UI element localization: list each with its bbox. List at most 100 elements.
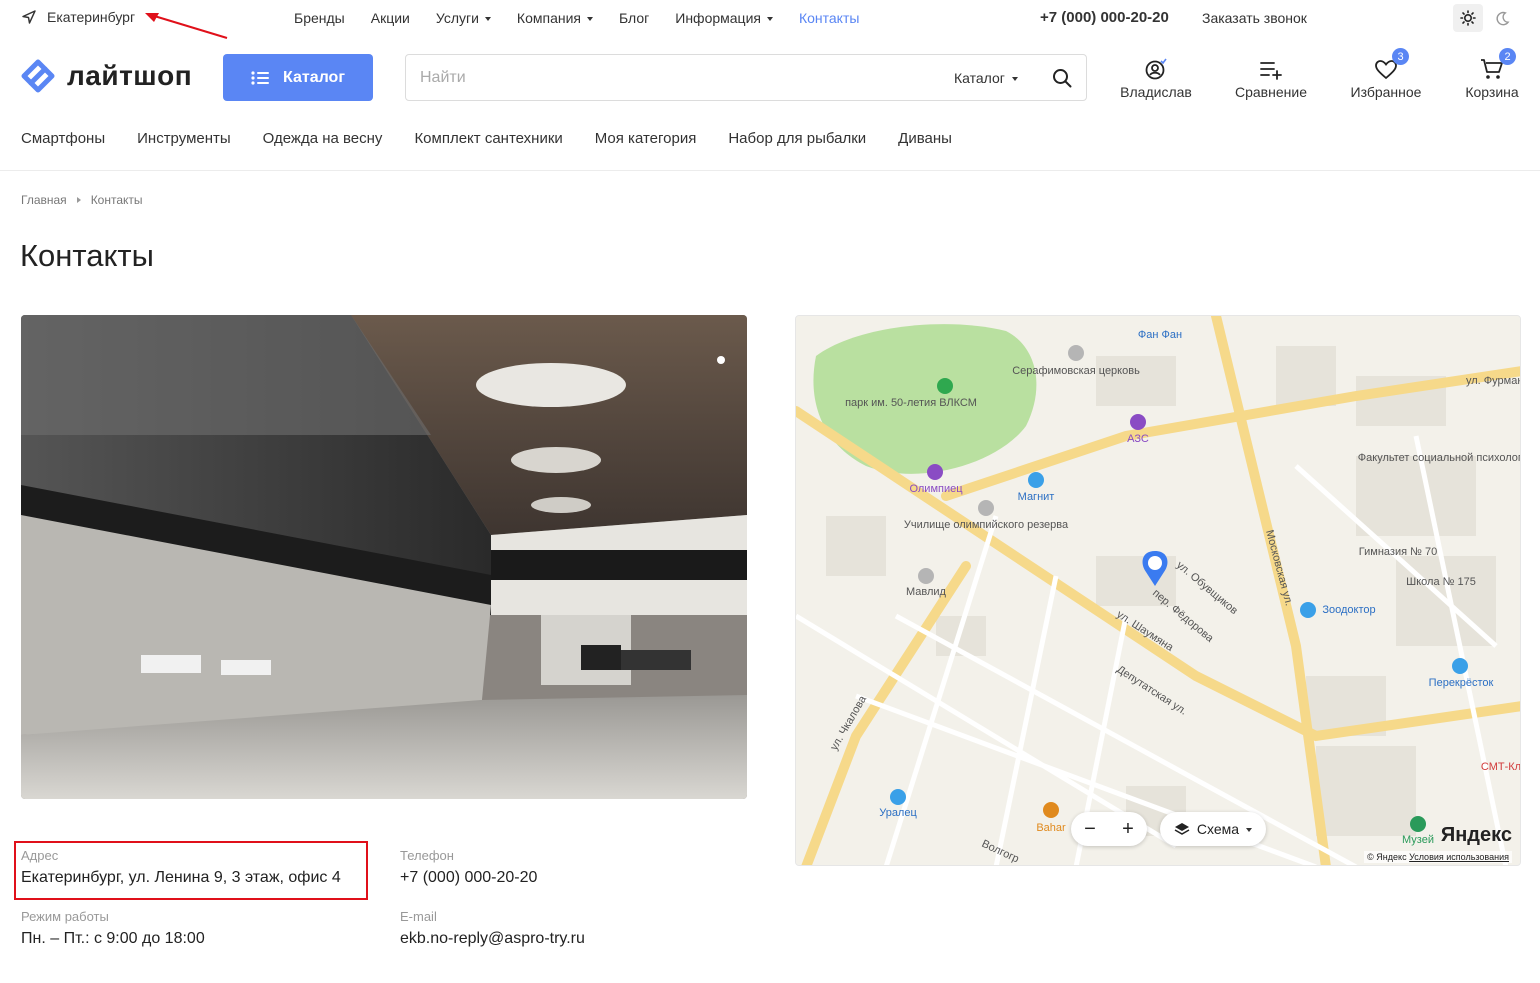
map-terms-link[interactable]: Условия использования <box>1409 852 1509 862</box>
annotation-highlight-box <box>14 841 368 900</box>
search-icon[interactable] <box>1052 68 1072 88</box>
layers-icon <box>1174 823 1190 835</box>
favorites-label: Избранное <box>1350 84 1422 100</box>
cafe-poi-icon <box>1043 802 1059 818</box>
category-link[interactable]: Одежда на весну <box>263 130 383 147</box>
nav-item-info[interactable]: Информация <box>675 10 773 26</box>
breadcrumb-separator-icon <box>76 197 81 203</box>
cart-badge: 2 <box>1499 48 1516 65</box>
category-link[interactable]: Моя категория <box>595 130 697 147</box>
map-label-mavlid: Мавлид <box>906 586 947 598</box>
annotation-arrow <box>145 13 228 39</box>
park-poi-icon <box>937 378 953 394</box>
city-selector[interactable]: Екатеринбург <box>21 9 135 25</box>
nav-item-contacts[interactable]: Контакты <box>799 10 859 26</box>
favorites-button[interactable]: 3 Избранное <box>1341 48 1431 100</box>
nav-label: Бренды <box>294 10 345 26</box>
heart-icon <box>1375 60 1397 80</box>
pet-shop-poi-icon <box>1300 602 1316 618</box>
header-divider <box>0 170 1540 171</box>
map-label-olimpiec: Олимпиец <box>909 483 963 495</box>
category-link[interactable]: Диваны <box>898 130 952 147</box>
map-label-zoodoktor: Зоодоктор <box>1322 604 1375 616</box>
caret-down-icon <box>1011 76 1018 81</box>
nav-label: Акции <box>370 10 410 26</box>
category-link[interactable]: Смартфоны <box>21 130 105 147</box>
nav-label: Компания <box>516 10 581 26</box>
account-button[interactable]: Владислав <box>1111 54 1201 100</box>
yandex-logo: Яндекс <box>1440 824 1512 846</box>
map-layer-label: Схема <box>1196 821 1240 837</box>
map-label-school: Училище олимпийского резерва <box>904 519 1069 531</box>
map-label-gym70: Гимназия № 70 <box>1359 546 1437 558</box>
nav-item-company[interactable]: Компания <box>517 10 593 26</box>
site-logo[interactable]: лайтшоп <box>21 59 192 93</box>
dark-theme-button[interactable] <box>1487 4 1517 32</box>
category-menu: Смартфоны Инструменты Одежда на весну Ко… <box>21 130 984 147</box>
map-layer-button[interactable]: Схема <box>1160 812 1266 846</box>
category-link[interactable]: Комплект сантехники <box>414 130 562 147</box>
map-label-fanfan: Фан Фан <box>1138 329 1182 341</box>
email-block: E-mail ekb.no-reply@aspro-try.ru <box>400 909 585 948</box>
map-label-museum: Музей <box>1402 834 1434 846</box>
phone-block: Телефон +7 (000) 000-20-20 <box>400 848 537 887</box>
supermarket-poi-icon <box>1452 658 1468 674</box>
email-value[interactable]: ekb.no-reply@aspro-try.ru <box>400 930 585 948</box>
logo-icon <box>21 59 55 93</box>
phone-label: Телефон <box>400 848 454 863</box>
user-icon <box>1145 58 1167 80</box>
search-scope-dropdown[interactable]: Каталог <box>954 70 1018 86</box>
breadcrumb-current: Контакты <box>90 193 143 207</box>
map-label-school175: Школа № 175 <box>1406 576 1476 588</box>
nav-item-blog[interactable]: Блог <box>619 10 649 26</box>
map-label-smt: СМТ-Кл <box>1481 761 1521 773</box>
cart-button[interactable]: 2 Корзина <box>1447 48 1537 100</box>
nav-item-sales[interactable]: Акции <box>371 10 410 26</box>
city-name: Екатеринбург <box>47 9 136 25</box>
search-input[interactable] <box>420 67 940 89</box>
breadcrumb-home[interactable]: Главная <box>21 193 67 207</box>
nav-item-brands[interactable]: Бренды <box>294 10 345 26</box>
map-label-bahar: Bahar <box>1036 822 1066 834</box>
category-link[interactable]: Набор для рыбалки <box>728 130 866 147</box>
favorites-badge: 3 <box>1392 48 1409 65</box>
map-label-church: Серафимовская церковь <box>1012 365 1140 377</box>
moon-icon <box>1495 11 1509 25</box>
header-phone[interactable]: +7 (000) 000-20-20 <box>1040 9 1169 26</box>
hours-label: Режим работы <box>21 909 109 924</box>
map-label-magnit: Магнит <box>1018 491 1055 503</box>
mosque-poi-icon <box>918 568 934 584</box>
zoom-in-button[interactable]: + <box>1122 818 1134 841</box>
map-label-azs: АЗС <box>1127 433 1149 445</box>
catalog-button[interactable]: Каталог <box>223 54 373 101</box>
catalog-button-label: Каталог <box>283 68 345 86</box>
gas-station-poi-icon <box>1130 414 1146 430</box>
nav-item-services[interactable]: Услуги <box>436 10 491 26</box>
school-poi-icon <box>978 500 994 516</box>
caret-down-icon <box>1246 827 1253 832</box>
callback-link[interactable]: Заказать звонок <box>1202 10 1307 26</box>
caret-down-icon <box>766 16 773 21</box>
light-theme-button[interactable] <box>1453 4 1483 32</box>
map-label-st-furmanova: ул. Фурманова <box>1466 375 1521 387</box>
category-link[interactable]: Инструменты <box>137 130 231 147</box>
map-label-park: парк им. 50-летия ВЛКСМ <box>845 397 977 409</box>
top-bar: Екатеринбург Бренды Акции Услуги Компани… <box>0 0 1540 39</box>
compare-button[interactable]: Сравнение <box>1226 54 1316 100</box>
compare-icon <box>1260 62 1282 80</box>
map-copyright: © Яндекс Условия использования <box>1364 851 1512 863</box>
zoom-out-button[interactable]: − <box>1084 818 1096 841</box>
account-label: Владислав <box>1120 84 1192 100</box>
museum-poi-icon <box>1410 816 1426 832</box>
nav-label: Контакты <box>798 10 860 26</box>
map-copyright-text: © Яндекс <box>1367 852 1407 862</box>
phone-value[interactable]: +7 (000) 000-20-20 <box>400 869 537 887</box>
map-label-faculty: Факультет социальной психологии <box>1358 452 1521 464</box>
church-poi-icon <box>1068 345 1084 361</box>
caret-down-icon <box>484 16 491 21</box>
yandex-map[interactable]: парк им. 50-летия ВЛКСМ Серафимовская це… <box>795 315 1521 866</box>
location-arrow-icon <box>22 10 36 24</box>
compare-label: Сравнение <box>1235 84 1307 100</box>
cart-label: Корзина <box>1465 84 1519 100</box>
sun-icon <box>1460 10 1476 26</box>
